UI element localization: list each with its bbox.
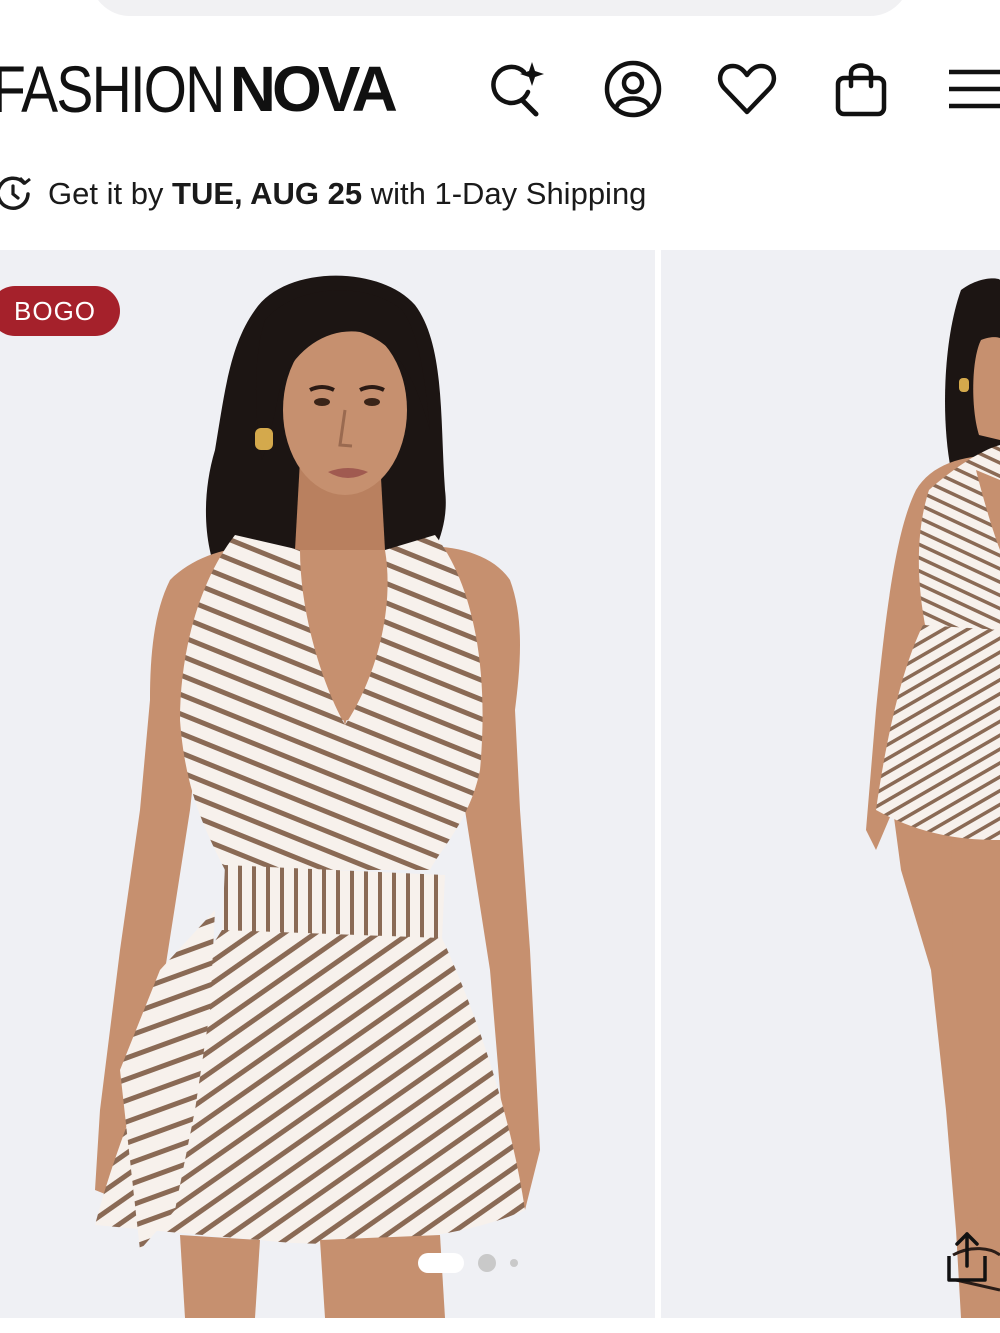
share-icon <box>947 1232 987 1282</box>
menu-icon <box>949 69 1000 109</box>
shipping-estimate: Get it by TUE, AUG 25 with 1-Day Shippin… <box>0 172 646 216</box>
shipping-suffix: with 1-Day Shipping <box>362 176 647 211</box>
product-image-full-body[interactable] <box>661 250 1000 1318</box>
shopping-bag-button[interactable] <box>826 54 896 124</box>
wishlist-button[interactable] <box>712 54 782 124</box>
carousel-dot-active[interactable] <box>418 1253 464 1273</box>
shopping-bag-icon <box>835 63 887 117</box>
ai-search-button[interactable] <box>480 54 550 124</box>
product-image-gallery[interactable]: BOGO <box>0 250 1000 1320</box>
model-full-body-photo <box>866 278 1000 1318</box>
ai-search-icon <box>491 62 544 117</box>
logo-text-fashion: FASHION <box>0 52 225 126</box>
browser-address-bar[interactable] <box>90 0 910 16</box>
product-page: FASHION NOVA Get it by TUE, AUG 25 with … <box>0 0 1000 1333</box>
account-icon <box>604 60 662 118</box>
product-image-front[interactable]: BOGO <box>0 250 655 1318</box>
model-front-photo <box>95 275 540 1318</box>
shipping-prefix: Get it by <box>48 176 173 211</box>
carousel-dot[interactable] <box>510 1259 518 1267</box>
logo-text-nova: NOVA <box>229 53 398 125</box>
bogo-badge: BOGO <box>0 286 121 336</box>
carousel-pagination[interactable] <box>418 1253 532 1273</box>
site-header: FASHION NOVA <box>0 40 1000 132</box>
fashion-nova-logo[interactable]: FASHION NOVA <box>0 52 398 126</box>
wishlist-heart-icon <box>717 63 777 115</box>
carousel-dot[interactable] <box>478 1254 496 1272</box>
shipping-date: TUE, AUG 25 <box>172 176 363 211</box>
menu-button[interactable] <box>942 54 1000 124</box>
clock-icon <box>0 176 31 210</box>
share-button[interactable] <box>935 1228 995 1288</box>
account-button[interactable] <box>598 54 668 124</box>
